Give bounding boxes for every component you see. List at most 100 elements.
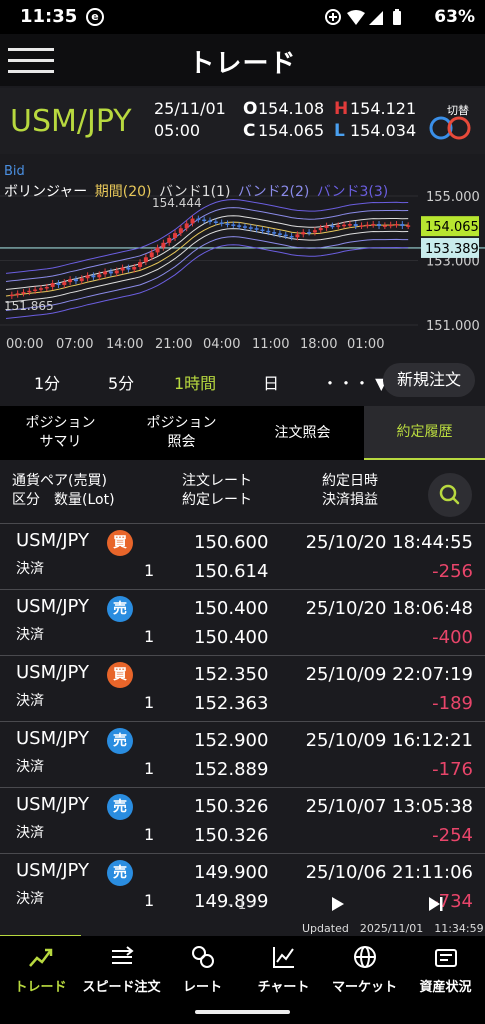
currency-pair[interactable]: USM/JPY: [10, 104, 132, 139]
table-row[interactable]: USM/JPY 売決済 1 150.400 150.400 25/10/20 18:06:…: [0, 589, 485, 655]
candle: [85, 275, 90, 279]
candle: [143, 257, 148, 263]
table-row[interactable]: USM/JPY 買決済 1 152.350 152.363 25/10/09 22:07:…: [0, 655, 485, 721]
indicator-band1: バンド1(1): [158, 184, 231, 200]
tab-label: 注文照会: [274, 424, 331, 441]
nav-label: チャート: [257, 980, 310, 995]
table-row[interactable]: USM/JPY 買決済 1 150.600 150.614 25/10/20 18:44:…: [0, 523, 485, 589]
nav-speed-order[interactable]: スピード注文: [81, 936, 162, 1000]
nav-chart[interactable]: チャート: [243, 936, 324, 1000]
row-pair: USM/JPY: [16, 728, 89, 749]
row-pl: -254: [432, 825, 473, 846]
bollinger-mid: [5, 221, 409, 297]
nav-rate[interactable]: レート: [162, 936, 243, 1000]
candle: [382, 225, 387, 227]
list-footer: - 1 - Updated 2025/11/01 11:34:59: [0, 892, 485, 936]
candle: [155, 247, 160, 253]
timeframe-1min[interactable]: 1分: [34, 370, 60, 394]
updated-label: Updated: [302, 922, 349, 935]
candle: [272, 232, 277, 234]
bollinger-lower-3: [5, 244, 409, 319]
row-order-rate: 150.600: [194, 532, 269, 553]
row-exec-rate: 152.889: [194, 759, 269, 780]
candle: [394, 224, 399, 226]
open-value: 154.108: [258, 99, 325, 118]
table-row[interactable]: USM/JPY 売決済 1 152.900 152.889 25/10/09 16:12:…: [0, 721, 485, 787]
price-line-label: 153.389: [425, 242, 479, 257]
candle: [283, 234, 288, 237]
status-time: 11:35: [20, 6, 78, 27]
candle: [353, 224, 358, 226]
new-order-button[interactable]: 新規注文: [383, 363, 475, 397]
switch-rings-icon[interactable]: [427, 115, 473, 141]
candle: [68, 279, 73, 283]
price-chart[interactable]: 155.000 153.000 151.000 154.065 153.389 154.4…: [0, 160, 485, 358]
nav-assets[interactable]: 資産状況: [405, 936, 485, 1000]
bid-label: Bid: [4, 164, 25, 179]
nav-market[interactable]: マーケット: [324, 936, 405, 1000]
indicator-period: 期間(20): [94, 184, 152, 200]
candle: [225, 223, 230, 225]
timeframe-5min[interactable]: 5分: [108, 370, 134, 394]
high-label: H: [334, 99, 349, 119]
bollinger-upper-2: [5, 207, 409, 282]
row-order-rate: 149.900: [194, 862, 269, 883]
row-lot: 1: [144, 561, 155, 580]
row-datetime: 25/10/06 21:11:06: [305, 862, 473, 883]
tab-order-inquiry[interactable]: 注文照会: [242, 406, 363, 460]
tab-position-summary[interactable]: ポジション サマリ: [0, 406, 121, 460]
last-page-icon[interactable]: [428, 896, 444, 912]
low-annotation: 151.865: [4, 299, 54, 313]
header-date-line1: 約定日時: [322, 473, 378, 489]
quote-date: 25/11/01: [154, 99, 226, 118]
nav-label: トレード: [14, 980, 67, 995]
candle: [167, 237, 172, 243]
candle: [242, 226, 247, 228]
status-bar: 11:35 e 63%: [0, 0, 485, 34]
candle: [108, 271, 113, 274]
timeframe-more[interactable]: ・・・ ▼: [322, 370, 387, 394]
search-button[interactable]: [428, 473, 472, 517]
candle: [21, 292, 26, 294]
row-pl: -256: [432, 561, 473, 582]
candle: [9, 294, 14, 297]
candle: [213, 221, 218, 223]
row-pl: -189: [432, 693, 473, 714]
table-row[interactable]: USM/JPY 売決済 1 150.326 150.326 25/10/07 13:05:…: [0, 787, 485, 853]
candle: [120, 267, 125, 271]
row-datetime: 25/10/09 16:12:21: [305, 730, 473, 751]
nav-label: スピード注文: [82, 980, 161, 995]
timeframe-1hour[interactable]: 1時間: [174, 370, 216, 394]
high-value: 154.121: [350, 99, 417, 118]
tab-execution-history[interactable]: 約定履歴: [364, 406, 485, 460]
x-tick-label: 00:00: [6, 337, 43, 352]
row-pair: USM/JPY: [16, 662, 89, 683]
candle: [342, 224, 347, 227]
low-label: L: [334, 121, 345, 141]
current-price-label: 154.065: [425, 220, 479, 235]
row-datetime: 25/10/07 13:05:38: [305, 796, 473, 817]
tab-position-inquiry[interactable]: ポジション 照会: [121, 406, 242, 460]
nav-trade[interactable]: トレード: [0, 936, 81, 1000]
candle: [312, 230, 317, 233]
quote-panel: USM/JPY 25/11/01 05:00 O 154.108 H 154.1…: [0, 88, 485, 154]
candle: [33, 289, 38, 292]
candle: [324, 225, 329, 228]
open-label: O: [243, 99, 258, 119]
timeframe-day[interactable]: 日: [263, 370, 279, 394]
next-page-icon[interactable]: [331, 896, 345, 912]
updated-time: 2025/11/01 11:34:59: [359, 922, 484, 935]
tab-label: ポジション 照会: [146, 415, 217, 450]
execution-history-list[interactable]: USM/JPY 買決済 1 150.600 150.614 25/10/20 18:44:…: [0, 523, 485, 919]
row-kubun: 決済: [16, 693, 44, 709]
candle: [260, 229, 265, 232]
row-kubun: 決済: [16, 759, 44, 775]
quote-datetime: 25/11/01 05:00: [154, 98, 226, 142]
candle: [161, 242, 166, 248]
row-kubun: 決済: [16, 627, 44, 643]
timeframe-bar: 1分 5分 1時間 日 ・・・ ▼ 新規注文: [0, 360, 485, 402]
candle: [73, 279, 78, 282]
row-datetime: 25/10/09 22:07:19: [305, 664, 473, 685]
x-tick-label: 21:00: [155, 337, 192, 352]
speed-order-icon: [112, 946, 134, 964]
